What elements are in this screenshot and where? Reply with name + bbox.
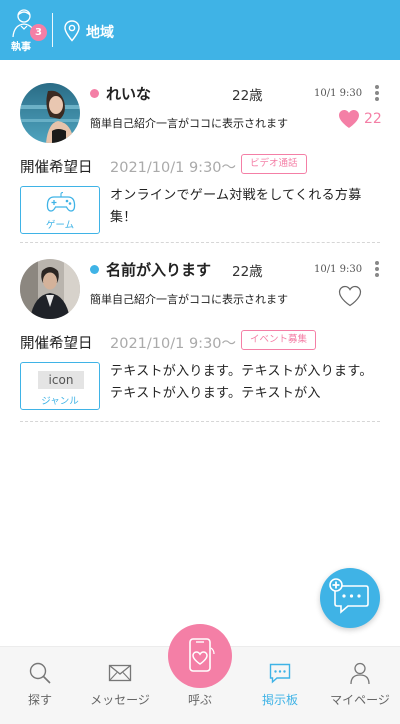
event-datetime: 2021/10/1 9:30〜 <box>110 336 237 352</box>
event-datetime: 2021/10/1 9:30〜 <box>110 160 237 176</box>
like-button[interactable]: 22 <box>338 109 382 131</box>
category-tag: ビデオ通話 <box>241 154 307 174</box>
genre-label: ゲーム <box>45 220 75 231</box>
user-intro: 簡単自己紹介一言がココに表示されます <box>90 293 288 306</box>
nav-item-messages[interactable]: メッセージ <box>80 647 160 724</box>
nav-item-mypage[interactable]: マイページ <box>320 647 400 724</box>
like-count: 22 <box>364 111 382 127</box>
genre-badge: ゲーム <box>20 186 100 234</box>
post-body: テキストが入ります。テキストが入ります。テキストが入ります。テキストが入 <box>110 364 373 401</box>
nav-item-board[interactable]: 掲示板 <box>240 647 320 724</box>
avatar[interactable] <box>20 83 80 143</box>
region-label: 地域 <box>86 25 114 41</box>
notification-badge: 3 <box>30 24 47 41</box>
avatar[interactable] <box>20 259 80 319</box>
call-button[interactable] <box>168 624 232 688</box>
nav-label: 呼ぶ <box>187 693 212 707</box>
date-label: 開催希望日 <box>20 160 93 176</box>
post-divider <box>20 421 380 422</box>
like-button[interactable] <box>338 285 362 307</box>
user-age: 22歳 <box>232 264 263 280</box>
board-post[interactable]: 名前が入ります 22歳 10/1 9:30 簡単自己紹介一言がココに表示されます… <box>20 259 380 419</box>
status-dot <box>90 89 99 98</box>
person-icon <box>350 662 370 685</box>
nav-item-search[interactable]: 探す <box>0 647 80 724</box>
genre-icon-placeholder: icon <box>38 371 84 389</box>
user-age: 22歳 <box>232 88 263 104</box>
post-date: 10/1 9:30 <box>314 88 363 99</box>
butler-button[interactable]: 3 執事 <box>8 8 47 54</box>
post-body: オンラインでゲーム対戦をしてくれる方募集！ <box>110 188 362 225</box>
post-divider <box>20 242 380 243</box>
user-name: れいな <box>106 85 152 103</box>
app-header: 3 執事 地域 <box>0 0 400 60</box>
status-dot <box>90 265 99 274</box>
board-post[interactable]: れいな 22歳 10/1 9:30 簡単自己紹介一言がココに表示されます 22 … <box>20 83 382 235</box>
nav-label: 掲示板 <box>261 693 298 707</box>
header-divider <box>52 13 53 47</box>
location-pin-icon <box>64 20 80 42</box>
post-date: 10/1 9:30 <box>314 264 363 275</box>
user-intro: 簡単自己紹介一言がココに表示されます <box>90 117 288 130</box>
heart-filled-icon <box>339 110 359 128</box>
nav-label: メッセージ <box>90 693 150 707</box>
envelope-icon <box>108 664 132 682</box>
category-tag: イベント募集 <box>241 330 317 350</box>
butler-label: 執事 <box>11 42 31 53</box>
new-post-button[interactable] <box>320 568 380 628</box>
search-icon <box>29 662 51 684</box>
nav-label: 探す <box>27 693 52 707</box>
more-options-icon[interactable] <box>374 261 380 279</box>
phone-heart-icon <box>189 638 215 672</box>
gamepad-icon <box>46 192 76 212</box>
nav-label: マイページ <box>330 693 390 707</box>
date-label: 開催希望日 <box>20 336 93 352</box>
genre-badge: icon ジャンル <box>20 362 100 410</box>
more-options-icon[interactable] <box>374 85 380 103</box>
genre-label: ジャンル <box>41 396 79 407</box>
new-post-chat-icon <box>329 578 369 614</box>
user-name: 名前が入ります <box>106 261 212 279</box>
board-chat-icon <box>269 663 291 684</box>
heart-outline-icon <box>338 285 362 307</box>
